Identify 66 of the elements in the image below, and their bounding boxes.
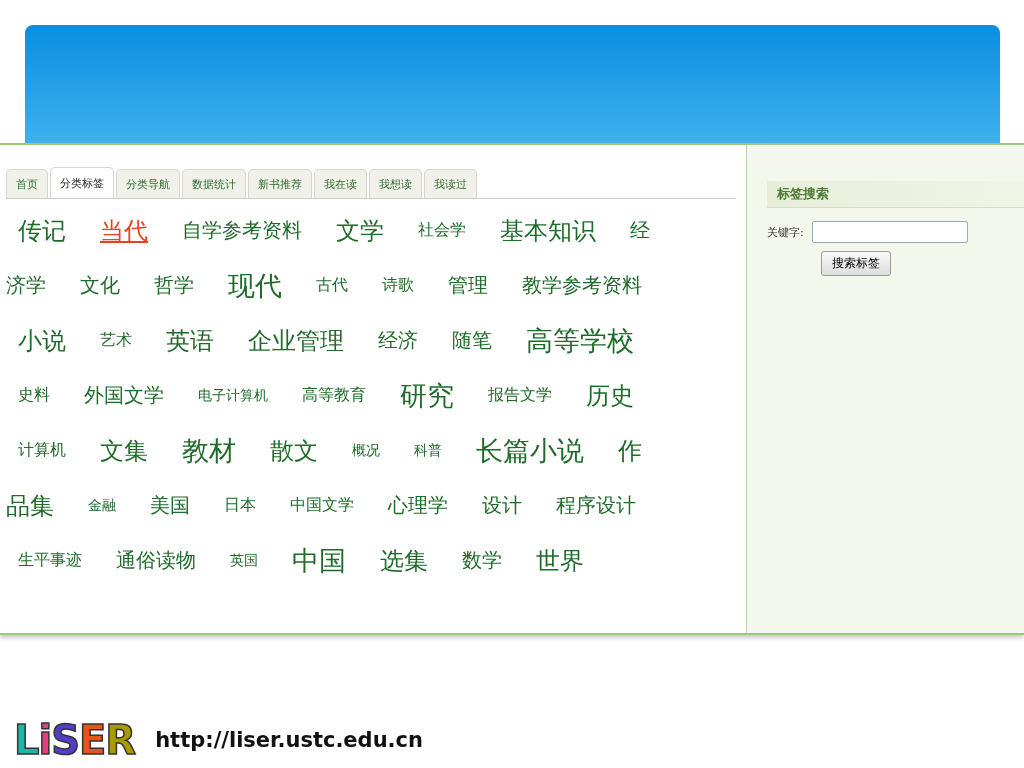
tag-link[interactable]: 文学 xyxy=(336,214,384,247)
tag-link[interactable]: 管理 xyxy=(448,272,488,299)
tag-link[interactable]: 艺术 xyxy=(100,330,132,351)
tag-link[interactable]: 中国 xyxy=(292,542,346,579)
tag-link[interactable]: 传记 xyxy=(18,214,66,247)
tag-link[interactable]: 研究 xyxy=(400,377,454,414)
tag-link[interactable]: 计算机 xyxy=(18,440,66,461)
tag-link[interactable]: 报告文学 xyxy=(488,385,552,406)
field-label: 关键字: xyxy=(767,224,804,240)
tab[interactable]: 首页 xyxy=(6,169,48,198)
tag-link[interactable]: 诗歌 xyxy=(382,275,414,296)
tag-link[interactable]: 数学 xyxy=(462,547,502,574)
tab[interactable]: 我想读 xyxy=(369,169,422,198)
tab[interactable]: 我读过 xyxy=(424,169,477,198)
tag-link[interactable]: 济学 xyxy=(6,272,46,299)
tag-link[interactable]: 教材 xyxy=(182,432,236,469)
tab[interactable]: 数据统计 xyxy=(182,169,246,198)
tag-link[interactable]: 英语 xyxy=(166,324,214,357)
tag-link[interactable]: 长篇小说 xyxy=(476,432,584,469)
tag-link[interactable]: 英国 xyxy=(230,551,258,570)
tag-link[interactable]: 当代 xyxy=(100,214,148,247)
tag-link[interactable]: 经济 xyxy=(378,327,418,354)
tag-link[interactable]: 文化 xyxy=(80,272,120,299)
tag-link[interactable]: 现代 xyxy=(228,267,282,304)
tag-link[interactable]: 电子计算机 xyxy=(198,386,268,405)
tag-link[interactable]: 经 xyxy=(630,217,650,244)
tag-link[interactable]: 基本知识 xyxy=(500,214,596,247)
tag-link[interactable]: 随笔 xyxy=(452,327,492,354)
tag-link[interactable]: 概况 xyxy=(352,441,380,460)
tag-link[interactable]: 教学参考资料 xyxy=(522,272,642,299)
tag-link[interactable]: 金融 xyxy=(88,496,116,515)
tag-link[interactable]: 美国 xyxy=(150,492,190,519)
tag-link[interactable]: 历史 xyxy=(586,379,634,412)
tag-link[interactable]: 程序设计 xyxy=(556,492,636,519)
tag-link[interactable]: 自学参考资料 xyxy=(182,217,302,244)
tag-link[interactable]: 散文 xyxy=(270,434,318,467)
tag-link[interactable]: 生平事迹 xyxy=(18,550,82,571)
tag-link[interactable]: 通俗读物 xyxy=(116,547,196,574)
tag-link[interactable]: 世界 xyxy=(536,544,584,577)
tag-link[interactable]: 品集 xyxy=(6,489,54,522)
tab[interactable]: 分类导航 xyxy=(116,169,180,198)
url-text: http://liser.ustc.edu.cn xyxy=(155,728,423,752)
tag-link[interactable]: 史料 xyxy=(18,385,50,406)
tab[interactable]: 分类标签 xyxy=(50,167,114,198)
tag-link[interactable]: 古代 xyxy=(316,275,348,296)
tag-link[interactable]: 心理学 xyxy=(388,492,448,519)
tag-link[interactable]: 中国文学 xyxy=(290,495,354,516)
tag-link[interactable]: 高等学校 xyxy=(526,322,634,359)
logo: LiSER xyxy=(14,717,136,763)
tag-link[interactable]: 作 xyxy=(618,434,642,467)
tag-link[interactable]: 科普 xyxy=(414,441,442,460)
tag-link[interactable]: 选集 xyxy=(380,544,428,577)
tag-link[interactable]: 企业管理 xyxy=(248,324,344,357)
tag-link[interactable]: 日本 xyxy=(224,495,256,516)
tab[interactable]: 我在读 xyxy=(314,169,367,198)
tag-link[interactable]: 社会学 xyxy=(418,220,466,241)
tag-link[interactable]: 外国文学 xyxy=(84,382,164,409)
tag-link[interactable]: 哲学 xyxy=(154,272,194,299)
tag-link[interactable]: 高等教育 xyxy=(302,385,366,406)
tag-link[interactable]: 文集 xyxy=(100,434,148,467)
tag-link[interactable]: 小说 xyxy=(18,324,66,357)
tag-link[interactable]: 设计 xyxy=(482,492,522,519)
tab[interactable]: 新书推荐 xyxy=(248,169,312,198)
keyword-input[interactable] xyxy=(811,221,968,243)
sidebar-title: 标签搜索 xyxy=(767,181,1024,208)
search-tag-button[interactable]: 搜索标签 xyxy=(821,251,891,276)
